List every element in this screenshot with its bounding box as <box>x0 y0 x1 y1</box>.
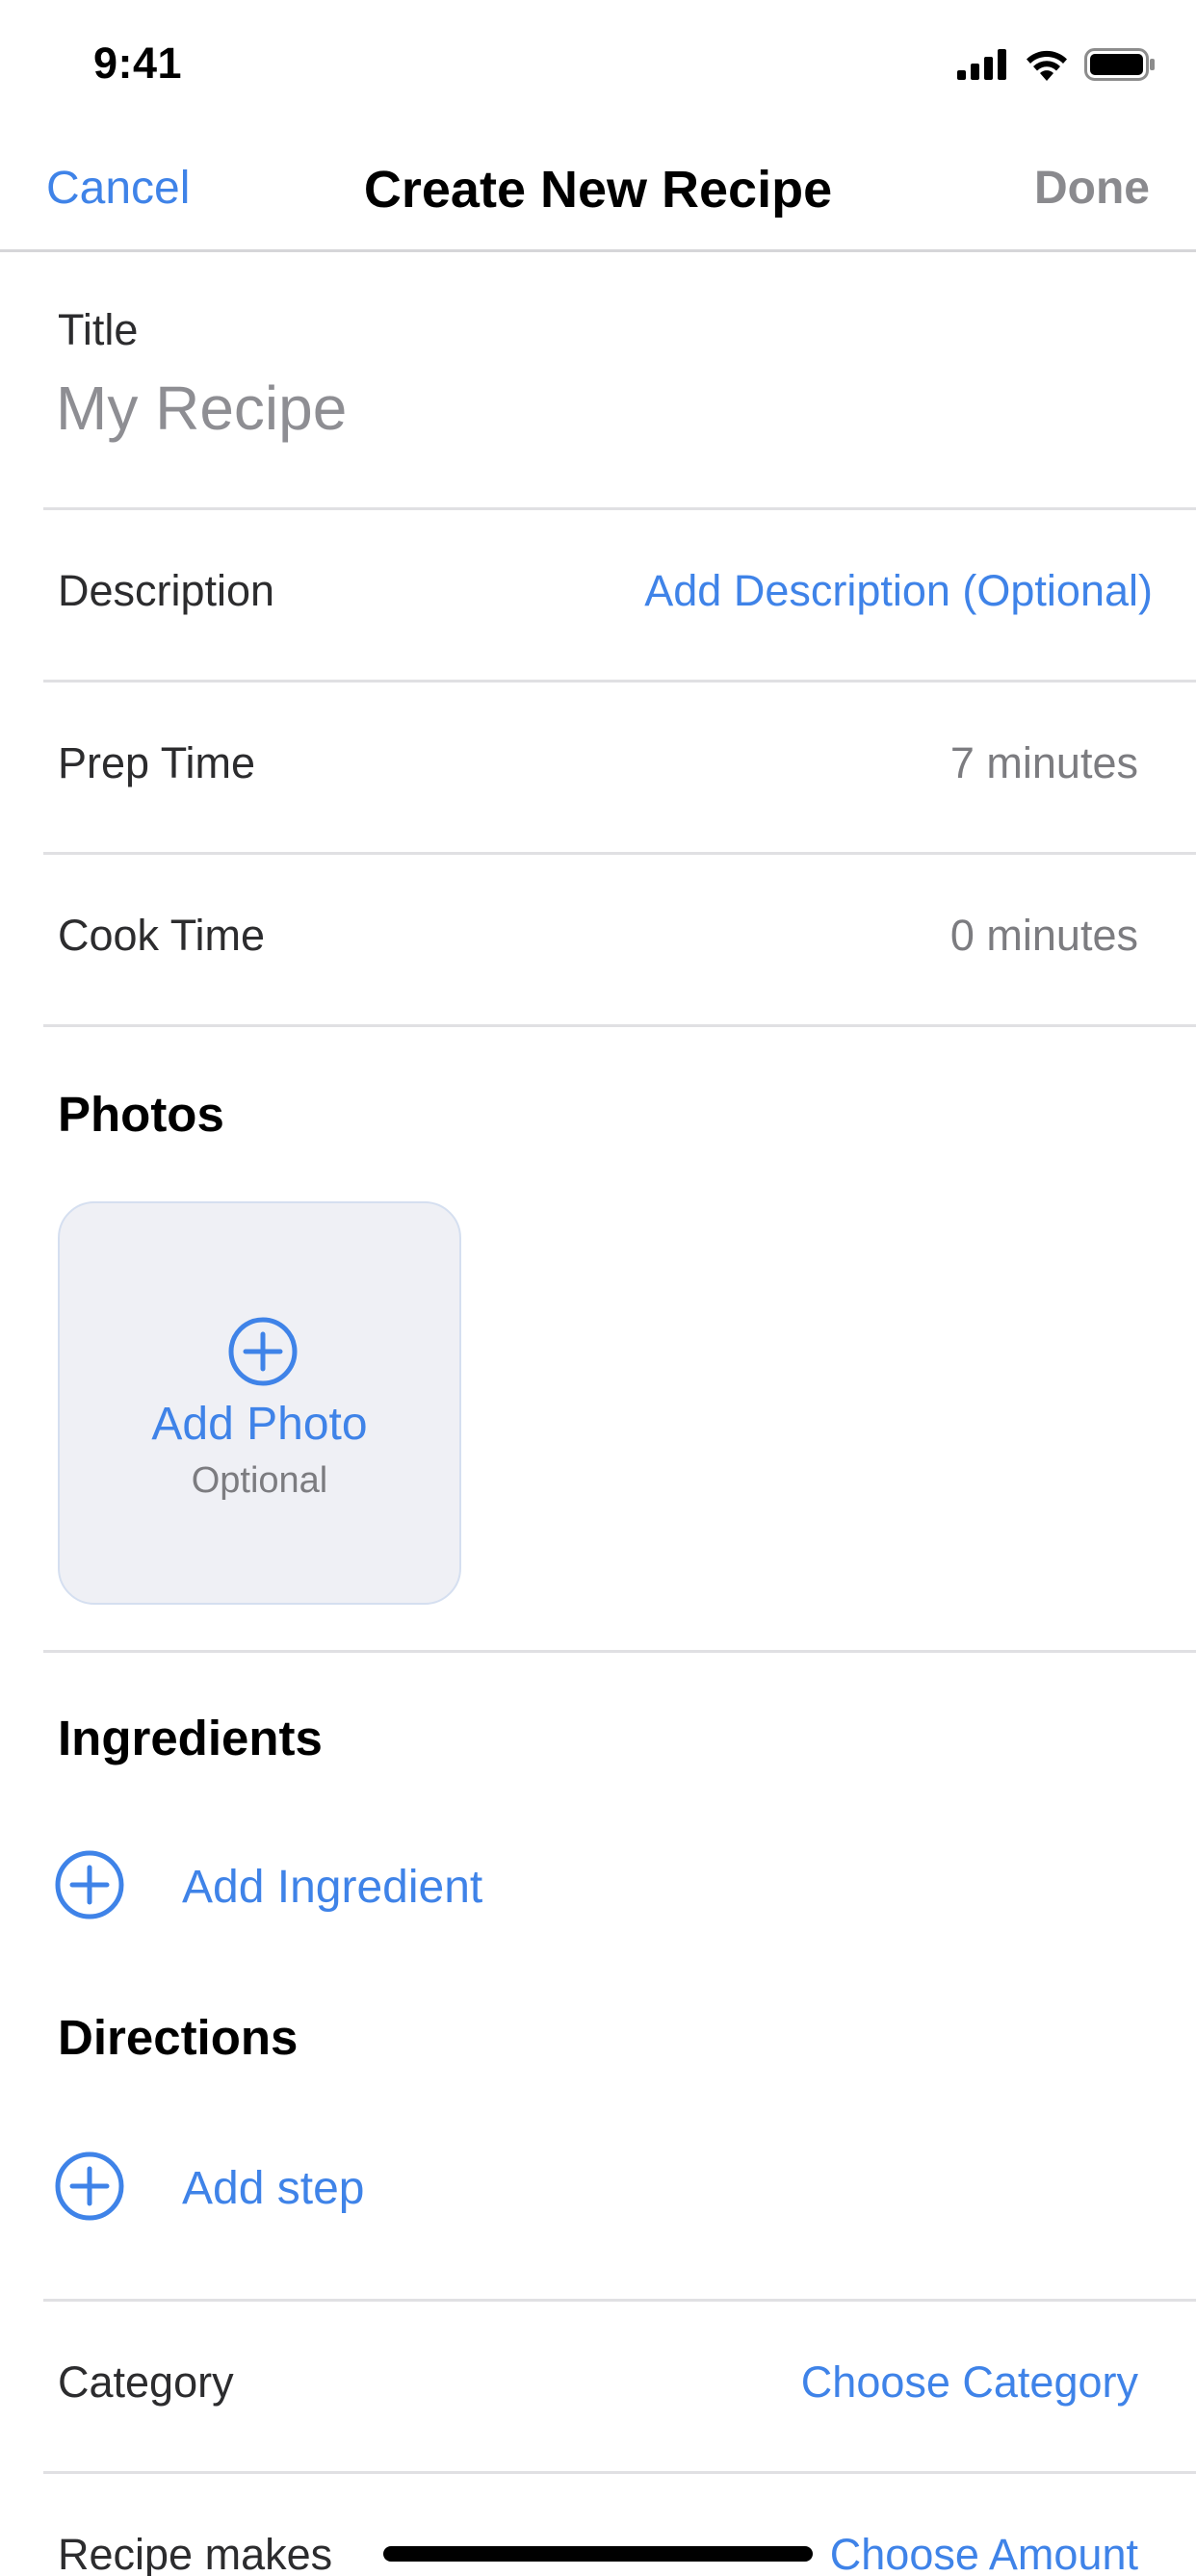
navigation-bar: Cancel Create New Recipe Done <box>0 131 1196 252</box>
photos-heading: Photos <box>58 1087 224 1142</box>
add-step-plus-icon <box>54 2151 125 2227</box>
add-photo-label: Add Photo <box>151 1399 368 1450</box>
status-bar: 9:41 <box>0 0 1196 131</box>
home-indicator <box>383 2546 813 2562</box>
directions-heading: Directions <box>58 2010 299 2065</box>
cook-time-value[interactable]: 0 minutes <box>950 911 1138 961</box>
add-photo-plus-icon <box>227 1316 299 1392</box>
photos-divider <box>43 1650 1196 1653</box>
recipe-makes-label: Recipe makes <box>58 2530 333 2576</box>
category-label: Category <box>58 2357 234 2407</box>
add-ingredient-label: Add Ingredient <box>182 1862 483 1913</box>
ingredients-heading: Ingredients <box>58 1711 323 1765</box>
prep-time-value[interactable]: 7 minutes <box>950 738 1138 788</box>
add-step-label: Add step <box>182 2163 365 2214</box>
description-row[interactable]: Description Add Description (Optional) <box>43 510 1196 683</box>
done-button[interactable]: Done <box>1034 162 1150 215</box>
add-ingredient-plus-icon <box>54 1849 125 1925</box>
status-time: 9:41 <box>93 39 183 88</box>
create-recipe-screen: 9:41 Cancel Create New Recipe Done Title… <box>0 0 1196 2576</box>
add-step-button[interactable]: Add step <box>54 2151 728 2228</box>
title-label: Title <box>58 305 139 354</box>
add-description-link[interactable]: Add Description (Optional) <box>644 566 1153 616</box>
cancel-button[interactable]: Cancel <box>46 162 190 215</box>
category-row[interactable]: Category Choose Category <box>43 2302 1196 2474</box>
battery-icon <box>1084 48 1156 86</box>
add-photo-optional-label: Optional <box>191 1460 328 1501</box>
wifi-icon <box>1025 48 1069 86</box>
prep-time-label: Prep Time <box>58 738 256 787</box>
choose-amount-link[interactable]: Choose Amount <box>830 2530 1138 2576</box>
add-photo-button[interactable]: Add Photo Optional <box>58 1201 461 1605</box>
title-field-block: Title <box>43 252 1196 510</box>
cook-time-label: Cook Time <box>58 911 266 960</box>
prep-time-row[interactable]: Prep Time 7 minutes <box>43 683 1196 855</box>
title-input[interactable] <box>56 373 1115 444</box>
status-icons <box>957 48 1156 86</box>
add-ingredient-button[interactable]: Add Ingredient <box>54 1849 728 1926</box>
description-label: Description <box>58 566 275 615</box>
cellular-signal-icon <box>957 49 1009 85</box>
cook-time-row[interactable]: Cook Time 0 minutes <box>43 855 1196 1027</box>
choose-category-link[interactable]: Choose Category <box>801 2357 1138 2408</box>
